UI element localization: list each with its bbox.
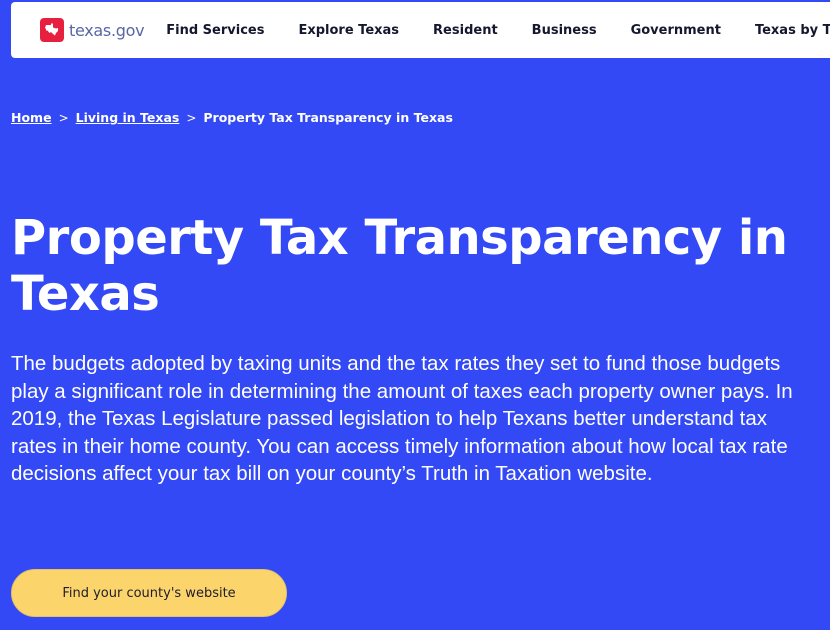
- nav-government[interactable]: Government: [631, 23, 721, 38]
- site-header: texas.gov Find Services Explore Texas Re…: [11, 2, 830, 58]
- find-county-website-button[interactable]: Find your county's website: [11, 569, 287, 617]
- breadcrumb-current: Property Tax Transparency in Texas: [203, 110, 453, 125]
- breadcrumb: Home > Living in Texas > Property Tax Tr…: [11, 110, 453, 125]
- nav-texas-by-texas[interactable]: Texas by Texas: [755, 23, 830, 38]
- texas-star-icon: [40, 18, 64, 42]
- main-nav: Find Services Explore Texas Resident Bus…: [166, 23, 830, 38]
- texas-gov-logo[interactable]: texas.gov: [40, 18, 145, 42]
- nav-resident[interactable]: Resident: [433, 23, 498, 38]
- page-title: Property Tax Transparency in Texas: [11, 210, 788, 322]
- chevron-right-icon: >: [186, 110, 197, 125]
- breadcrumb-home[interactable]: Home: [11, 110, 52, 125]
- breadcrumb-living-in-texas[interactable]: Living in Texas: [76, 110, 180, 125]
- nav-business[interactable]: Business: [532, 23, 597, 38]
- nav-explore-texas[interactable]: Explore Texas: [298, 23, 399, 38]
- intro-paragraph: The budgets adopted by taxing units and …: [11, 352, 793, 485]
- nav-find-services[interactable]: Find Services: [166, 23, 264, 38]
- logo-text: texas.gov: [69, 20, 145, 40]
- chevron-right-icon: >: [58, 110, 69, 125]
